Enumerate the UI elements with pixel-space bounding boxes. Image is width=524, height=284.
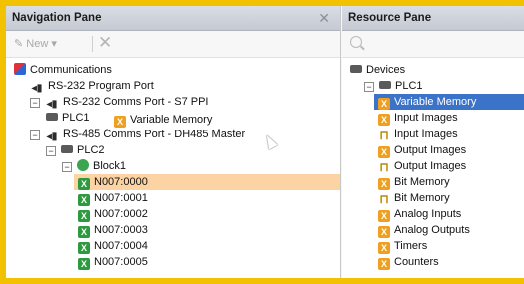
tree-item[interactable]: − PLC1 [364,78,423,94]
communications-icon [14,63,26,75]
tree-item-label: N007:0004 [94,240,148,252]
tree-item[interactable]: X N007:0001 [78,190,148,206]
tree-item[interactable]: ⊓ Input Images [378,126,458,142]
tree-item[interactable]: Devices [350,62,405,78]
block-icon [77,159,89,171]
memory-icon: X [378,178,390,190]
tree-item-label: Block1 [93,160,127,172]
tree-item-label: N007:0003 [94,224,148,236]
tree-item[interactable]: X Input Images [378,110,458,126]
memory-icon: X [378,146,390,158]
navigation-tree: Communications ◂▮ RS-232 Program Port − ◂▮ RS… [6,62,340,278]
tag-icon: X [78,226,90,238]
drag-tooltip: X Variable Memory [108,110,219,130]
navigation-pane: Navigation Pane ✕ ✎ New ▾ ✕ Communicatio… [6,6,341,278]
tree-item[interactable]: X Timers [378,238,427,254]
tree-item-label: Bit Memory [394,192,450,204]
tree-item[interactable]: X N007:0000 [74,174,340,190]
tree-item[interactable]: X Counters [378,254,439,270]
tree-item[interactable]: − ◂▮ RS-232 Comms Port - S7 PPI [30,94,209,110]
memory-icon: X [114,116,126,128]
tree-item-label: RS-232 Comms Port - S7 PPI [63,96,209,108]
resource-pane-header: Resource Pane [342,6,524,31]
new-button-label: New ▾ [26,38,57,50]
tree-item-label: Output Images [394,144,467,156]
collapse-icon[interactable]: − [30,98,40,108]
tree-item[interactable]: ⊓ Bit Memory [378,190,450,206]
io-icon: ⊓ [379,160,389,174]
close-icon[interactable]: ✕ [318,6,330,30]
io-icon: ⊓ [379,128,389,142]
tree-item[interactable]: X Analog Inputs [378,206,461,222]
tag-icon: X [78,210,90,222]
plc-icon [379,81,391,89]
tree-item-label: RS-232 Program Port [48,80,154,92]
tree-item-label: PLC1 [62,112,90,124]
main-window: Navigation Pane ✕ ✎ New ▾ ✕ Communicatio… [6,6,524,278]
resource-toolbar [342,31,524,58]
tree-item-label: PLC2 [77,144,105,156]
tree-item[interactable]: X N007:0004 [78,238,148,254]
navigation-toolbar: ✎ New ▾ ✕ [6,31,340,58]
tree-item-label: N007:0000 [94,176,148,188]
plc-icon [61,145,73,153]
navigation-pane-title: Navigation Pane [12,12,102,24]
tree-item-label: Output Images [394,160,467,172]
tree-item[interactable]: − PLC2 [46,142,105,158]
toolbar-separator [92,36,93,52]
tree-item[interactable]: X N007:0005 [78,254,148,270]
devices-icon [350,65,362,73]
new-icon: ✎ [14,38,24,50]
tree-item[interactable]: X N007:0003 [78,222,148,238]
tree-item[interactable]: ⊓ Output Images [378,158,466,174]
collapse-icon[interactable]: − [364,82,374,92]
tree-item[interactable]: ◂▮ RS-232 Program Port [30,78,154,94]
tree-item[interactable]: X Bit Memory [378,174,450,190]
tree-item[interactable]: X Analog Outputs [378,222,470,238]
tree-item-label: N007:0001 [94,192,148,204]
tree-item-label: Input Images [394,112,458,124]
navigation-pane-header: Navigation Pane ✕ [6,6,340,31]
tree-item-label: Devices [366,64,406,76]
tree-item-label: Analog Inputs [394,208,462,220]
tag-icon: X [78,194,90,206]
memory-icon: X [378,258,390,270]
tree-item-label: Counters [394,256,439,268]
resource-pane-title: Resource Pane [348,12,432,24]
collapse-icon[interactable]: − [62,162,72,172]
tag-icon: X [78,242,90,254]
memory-icon: X [378,242,390,254]
tag-icon: X [78,258,90,270]
tree-item[interactable]: X N007:0002 [78,206,148,222]
tree-item-label: Input Images [394,128,458,140]
memory-icon: X [378,226,390,238]
tree-item[interactable]: X Output Images [378,142,466,158]
collapse-icon[interactable]: − [30,130,40,140]
memory-icon: X [378,98,390,110]
resource-tree: Devices − PLC1 X Variable Memory X Input Image… [342,62,524,278]
new-button[interactable]: ✎ New ▾ [14,37,57,50]
collapse-icon[interactable]: − [46,146,56,156]
tree-item-label: Variable Memory [394,96,477,108]
memory-icon: X [378,114,390,126]
tree-item-label: N007:0002 [94,208,148,220]
drag-tooltip-label: Variable Memory [130,114,213,126]
search-icon[interactable] [350,36,362,48]
memory-icon: X [378,210,390,222]
io-icon: ⊓ [379,192,389,206]
resource-pane: Resource Pane Devices − PLC1 X Variable Memo… [342,6,524,278]
tree-item[interactable]: Communications [14,62,112,78]
tree-item-label: Bit Memory [394,176,450,188]
tree-item-label: Communications [30,64,112,76]
tree-item[interactable]: − Block1 [62,158,126,174]
tag-icon: X [78,178,90,190]
tree-item-label: N007:0005 [94,256,148,268]
tree-item-label: Timers [394,240,428,252]
tree-item[interactable]: PLC1 [46,110,90,126]
delete-icon[interactable]: ✕ [98,33,112,53]
plc-icon [46,113,58,121]
tree-item[interactable]: X Variable Memory [374,94,524,110]
tree-item-label: PLC1 [395,80,423,92]
tree-item-label: Analog Outputs [394,224,470,236]
